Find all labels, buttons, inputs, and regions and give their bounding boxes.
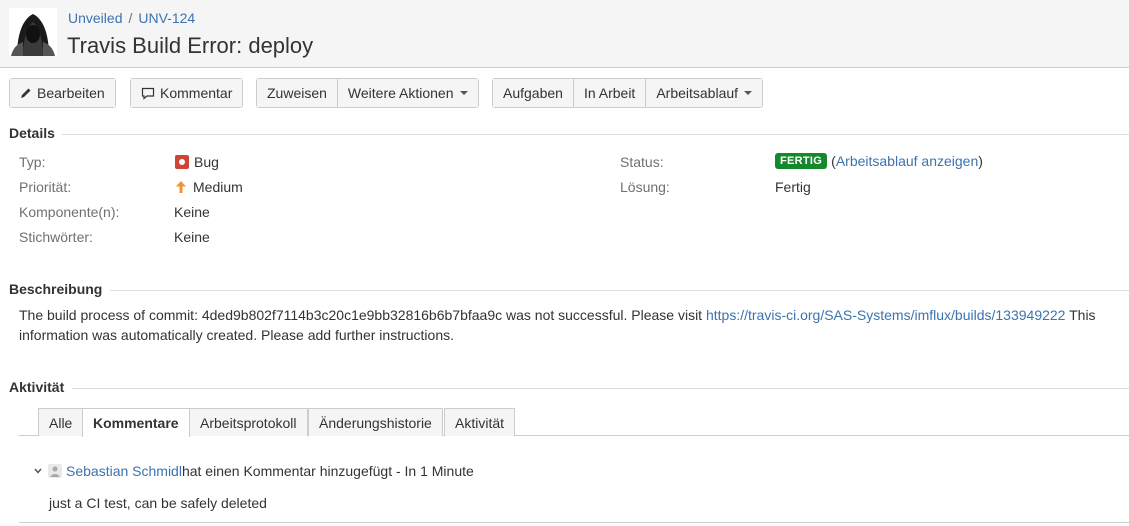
view-workflow-link[interactable]: Arbeitsablauf anzeigen bbox=[836, 153, 978, 169]
user-avatar-icon bbox=[48, 464, 62, 478]
details-divider bbox=[62, 134, 1129, 135]
breadcrumb-separator: / bbox=[128, 10, 133, 26]
assign-button-label: Zuweisen bbox=[267, 85, 327, 101]
components-value: Keine bbox=[174, 204, 210, 220]
details-heading[interactable]: Details bbox=[9, 125, 55, 141]
description-text: The build process of commit: 4ded9b802f7… bbox=[19, 305, 1124, 345]
components-label: Komponente(n): bbox=[19, 204, 120, 220]
type-value-text: Bug bbox=[194, 154, 219, 170]
labels-label: Stichwörter: bbox=[19, 229, 93, 245]
speech-bubble-icon bbox=[141, 87, 155, 100]
issue-toolbar: Bearbeiten Kommentar Zuweisen Weitere Ak… bbox=[0, 78, 1129, 108]
description-heading[interactable]: Beschreibung bbox=[9, 281, 102, 297]
comment-button[interactable]: Kommentar bbox=[131, 79, 243, 107]
status-label: Status: bbox=[620, 154, 664, 170]
priority-label: Priorität: bbox=[19, 179, 72, 195]
page-title: Travis Build Error: deploy bbox=[67, 33, 314, 58]
workflow-dropdown-label: Arbeitsablauf bbox=[656, 85, 739, 101]
breadcrumb-issue-key[interactable]: UNV-124 bbox=[138, 10, 195, 26]
comment-action-text: hat einen Kommentar hinzugefügt - In 1 M… bbox=[181, 463, 474, 479]
edit-button-label: Bearbeiten bbox=[37, 85, 105, 101]
edit-button[interactable]: Bearbeiten bbox=[10, 79, 115, 107]
edit-button-group: Bearbeiten bbox=[9, 78, 116, 108]
tab-all[interactable]: Alle bbox=[38, 408, 84, 436]
tab-work-log[interactable]: Arbeitsprotokoll bbox=[189, 408, 308, 436]
tasks-button[interactable]: Aufgaben bbox=[493, 79, 573, 107]
travis-build-link[interactable]: https://travis-ci.org/SAS-Systems/imflux… bbox=[706, 307, 1066, 323]
status-badge: FERTIG bbox=[775, 153, 828, 169]
more-actions-dropdown[interactable]: Weitere Aktionen bbox=[336, 79, 478, 107]
comment-button-group: Kommentar bbox=[130, 78, 244, 108]
project-avatar[interactable] bbox=[9, 8, 57, 56]
issue-header: Unveiled / UNV-124 Travis Build Error: dep… bbox=[0, 0, 1129, 68]
comment-button-label: Kommentar bbox=[160, 85, 233, 101]
breadcrumb-project[interactable]: Unveiled bbox=[68, 10, 122, 26]
tab-change-history[interactable]: Änderungshistorie bbox=[308, 408, 443, 436]
hooded-figure-icon bbox=[9, 8, 57, 56]
bug-icon bbox=[175, 155, 189, 169]
description-text-before: The build process of commit: 4ded9b802f7… bbox=[19, 307, 706, 323]
priority-value: Medium bbox=[175, 179, 243, 195]
in-progress-button[interactable]: In Arbeit bbox=[572, 79, 646, 107]
comment-divider bbox=[19, 522, 1129, 523]
activity-divider bbox=[72, 388, 1129, 389]
labels-value: Keine bbox=[174, 229, 210, 245]
arrow-up-icon bbox=[175, 180, 187, 194]
chevron-down-icon bbox=[459, 91, 468, 95]
status-value: FERTIG (Arbeitsablauf anzeigen) bbox=[775, 153, 983, 169]
assign-button-group: Zuweisen Weitere Aktionen bbox=[256, 78, 479, 108]
status-link-close: ) bbox=[978, 153, 983, 169]
breadcrumb: Unveiled / UNV-124 bbox=[68, 10, 195, 26]
comment-author-link[interactable]: Sebastian Schmidl bbox=[66, 463, 182, 479]
more-actions-label: Weitere Aktionen bbox=[347, 85, 454, 101]
activity-heading[interactable]: Aktivität bbox=[9, 379, 64, 395]
resolution-label: Lösung: bbox=[620, 179, 670, 195]
comment-header: Sebastian Schmidl hat einen Kommentar hi… bbox=[34, 463, 474, 479]
tab-comments[interactable]: Kommentare bbox=[82, 408, 190, 437]
chevron-down-icon bbox=[744, 91, 753, 95]
tab-activity[interactable]: Aktivität bbox=[444, 408, 516, 436]
comment-body: just a CI test, can be safely deleted bbox=[49, 495, 267, 511]
type-value: Bug bbox=[175, 154, 219, 170]
priority-value-text: Medium bbox=[193, 179, 243, 195]
tasks-button-label: Aufgaben bbox=[503, 85, 563, 101]
in-progress-button-label: In Arbeit bbox=[583, 85, 636, 101]
description-divider bbox=[110, 290, 1129, 291]
resolution-value: Fertig bbox=[775, 179, 811, 195]
workflow-dropdown[interactable]: Arbeitsablauf bbox=[645, 79, 763, 107]
activity-tabs: Alle Kommentare Arbeitsprotokoll Änderun… bbox=[19, 408, 1129, 437]
pencil-icon bbox=[20, 87, 32, 99]
workflow-button-group: Aufgaben In Arbeit Arbeitsablauf bbox=[492, 78, 764, 108]
assign-button[interactable]: Zuweisen bbox=[257, 79, 337, 107]
chevron-down-icon[interactable] bbox=[34, 468, 42, 474]
type-label: Typ: bbox=[19, 154, 46, 170]
